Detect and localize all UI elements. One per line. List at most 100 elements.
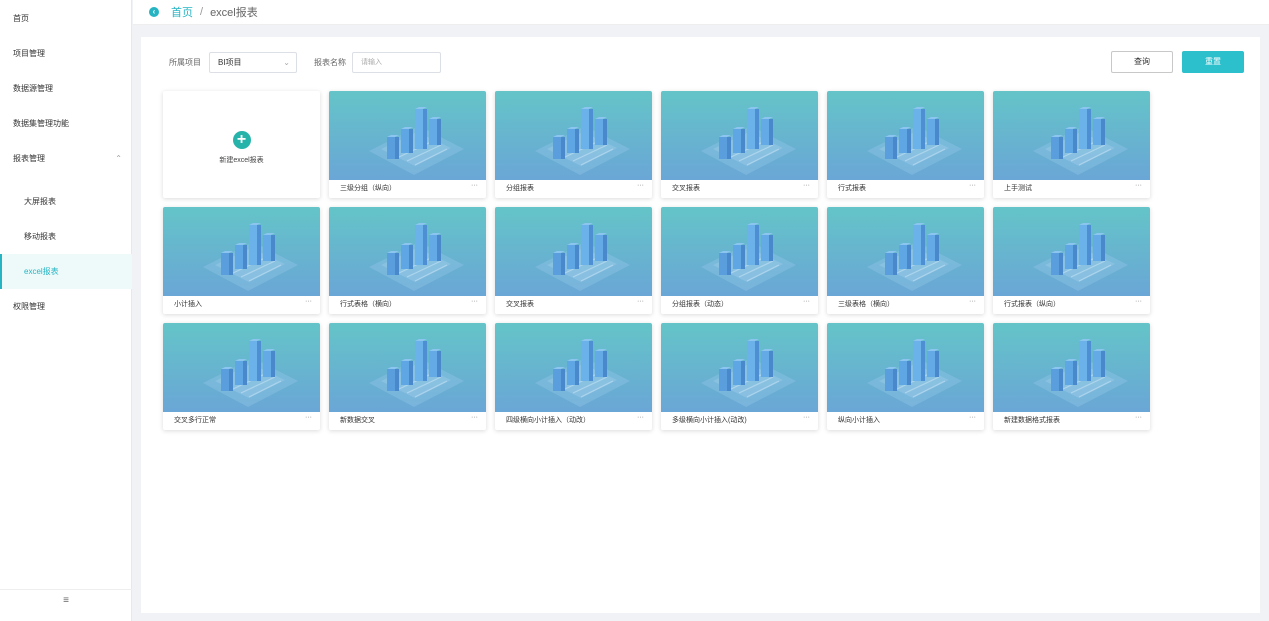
report-thumbnail xyxy=(661,323,818,412)
report-card[interactable]: 行式表格（横向） ··· xyxy=(329,207,486,314)
report-card[interactable]: 新数据交叉 ··· xyxy=(329,323,486,430)
new-report-label: 新建excel报表 xyxy=(219,156,264,164)
report-card[interactable]: 交叉多行正常 ··· xyxy=(163,323,320,430)
more-icon[interactable]: ··· xyxy=(969,298,976,305)
report-card[interactable]: 交叉报表 ··· xyxy=(495,207,652,314)
report-thumbnail xyxy=(661,207,818,296)
sidebar-item-permissions[interactable]: 权限管理 xyxy=(0,289,132,324)
more-icon[interactable]: ··· xyxy=(803,298,810,305)
sidebar-item-datasources[interactable]: 数据源管理 xyxy=(0,71,132,106)
report-card-title: 小计插入 xyxy=(174,301,202,308)
more-icon[interactable]: ··· xyxy=(471,298,478,305)
sidebar-item-mobile-reports[interactable]: 移动报表 xyxy=(0,219,132,254)
report-card-title: 行式报表 xyxy=(838,185,866,192)
report-card[interactable]: 交叉报表 ··· xyxy=(661,91,818,198)
more-icon[interactable]: ··· xyxy=(1135,414,1142,421)
report-thumbnail xyxy=(827,323,984,412)
chevron-down-icon: ⌄ xyxy=(283,58,290,67)
report-thumbnail xyxy=(329,91,486,180)
report-thumbnail xyxy=(495,91,652,180)
report-thumbnail xyxy=(163,207,320,296)
report-card[interactable]: 四级横向小计插入（动改） ··· xyxy=(495,323,652,430)
more-icon[interactable]: ··· xyxy=(969,414,976,421)
topbar: ‹ 首页 / excel报表 xyxy=(133,0,1269,25)
report-thumbnail xyxy=(495,323,652,412)
report-card-title: 行式表格（横向） xyxy=(340,301,396,308)
report-card-title: 纵向小计插入 xyxy=(838,417,880,424)
more-icon[interactable]: ··· xyxy=(1135,182,1142,189)
report-card[interactable]: 小计插入 ··· xyxy=(163,207,320,314)
report-thumbnail xyxy=(827,91,984,180)
plus-icon: + xyxy=(232,130,251,149)
report-name-input[interactable]: 请输入 xyxy=(352,52,441,73)
report-card[interactable]: 行式报表 ··· xyxy=(827,91,984,198)
more-icon[interactable]: ··· xyxy=(471,182,478,189)
sidebar-item-screen-reports[interactable]: 大屏报表 xyxy=(0,184,132,219)
query-button[interactable]: 查询 xyxy=(1111,51,1173,73)
report-thumbnail xyxy=(993,323,1150,412)
breadcrumb-separator: / xyxy=(200,6,204,18)
sidebar-item-excel-reports[interactable]: excel报表 xyxy=(0,254,132,289)
report-card-title: 三级表格（横向） xyxy=(838,301,894,308)
report-thumbnail xyxy=(329,323,486,412)
report-thumbnail xyxy=(661,91,818,180)
sidebar-item-home[interactable]: 首页 xyxy=(0,1,132,36)
report-card[interactable]: 纵向小计插入 ··· xyxy=(827,323,984,430)
report-thumbnail xyxy=(827,207,984,296)
report-card-title: 交叉报表 xyxy=(506,301,534,308)
sidebar-item-datasets[interactable]: 数据集管理功能 xyxy=(0,106,132,141)
report-card-title: 交叉报表 xyxy=(672,185,700,192)
report-card-title: 新数据交叉 xyxy=(340,417,375,424)
menu-icon: ≡ xyxy=(63,595,69,606)
sidebar-collapse-button[interactable]: ≡ xyxy=(0,589,132,611)
project-select-value: BI项目 xyxy=(218,58,242,67)
back-icon[interactable]: ‹ xyxy=(149,7,159,17)
more-icon[interactable]: ··· xyxy=(305,414,312,421)
sidebar-item-label: 权限管理 xyxy=(13,302,45,311)
project-filter-label: 所属项目 xyxy=(169,58,201,67)
report-card[interactable]: 三级表格（横向） ··· xyxy=(827,207,984,314)
breadcrumb-home[interactable]: 首页 xyxy=(171,4,193,20)
sidebar: 首页 项目管理 数据源管理 数据集管理功能 报表管理 ⌃ 大屏报表 移动报表 ex… xyxy=(0,0,132,621)
report-card-title: 交叉多行正常 xyxy=(174,417,216,424)
report-card-title: 多级横向小计插入(动改) xyxy=(672,417,747,424)
report-card[interactable]: 三级分组（纵向） ··· xyxy=(329,91,486,198)
report-card-title: 四级横向小计插入（动改） xyxy=(506,417,590,424)
report-card-title: 上手测试 xyxy=(1004,185,1032,192)
report-thumbnail xyxy=(329,207,486,296)
report-card[interactable]: 上手测试 ··· xyxy=(993,91,1150,198)
report-card-title: 分组报表（动态） xyxy=(672,301,728,308)
reset-button[interactable]: 重置 xyxy=(1182,51,1244,73)
sidebar-item-label: 数据源管理 xyxy=(13,84,53,93)
more-icon[interactable]: ··· xyxy=(637,182,644,189)
new-excel-report-card[interactable]: + 新建excel报表 xyxy=(163,91,320,198)
sidebar-item-projects[interactable]: 项目管理 xyxy=(0,36,132,71)
more-icon[interactable]: ··· xyxy=(637,298,644,305)
sidebar-item-label: 报表管理 xyxy=(13,154,45,163)
project-select[interactable]: BI项目 ⌄ xyxy=(209,52,297,73)
report-thumbnail xyxy=(163,323,320,412)
breadcrumb-current: excel报表 xyxy=(210,7,258,19)
sidebar-item-label: 项目管理 xyxy=(13,49,45,58)
chevron-up-icon: ⌃ xyxy=(115,154,122,163)
sidebar-item-label: 移动报表 xyxy=(24,232,56,241)
sidebar-item-label: 首页 xyxy=(13,14,29,23)
report-name-placeholder: 请输入 xyxy=(361,59,382,66)
report-thumbnail xyxy=(993,207,1150,296)
report-card[interactable]: 新建数据格式报表 ··· xyxy=(993,323,1150,430)
sidebar-item-label: 数据集管理功能 xyxy=(13,119,69,128)
report-card[interactable]: 分组报表（动态） ··· xyxy=(661,207,818,314)
more-icon[interactable]: ··· xyxy=(969,182,976,189)
more-icon[interactable]: ··· xyxy=(637,414,644,421)
more-icon[interactable]: ··· xyxy=(803,414,810,421)
more-icon[interactable]: ··· xyxy=(471,414,478,421)
more-icon[interactable]: ··· xyxy=(803,182,810,189)
report-card-title: 分组报表 xyxy=(506,185,534,192)
more-icon[interactable]: ··· xyxy=(1135,298,1142,305)
more-icon[interactable]: ··· xyxy=(305,298,312,305)
report-card[interactable]: 行式报表（纵向） ··· xyxy=(993,207,1150,314)
report-card[interactable]: 分组报表 ··· xyxy=(495,91,652,198)
report-card[interactable]: 多级横向小计插入(动改) ··· xyxy=(661,323,818,430)
sidebar-item-reports[interactable]: 报表管理 ⌃ xyxy=(0,141,132,176)
main-content: 所属项目 BI项目 ⌄ 报表名称 请输入 查询 重置 + 新建excel报表 三… xyxy=(141,37,1260,613)
